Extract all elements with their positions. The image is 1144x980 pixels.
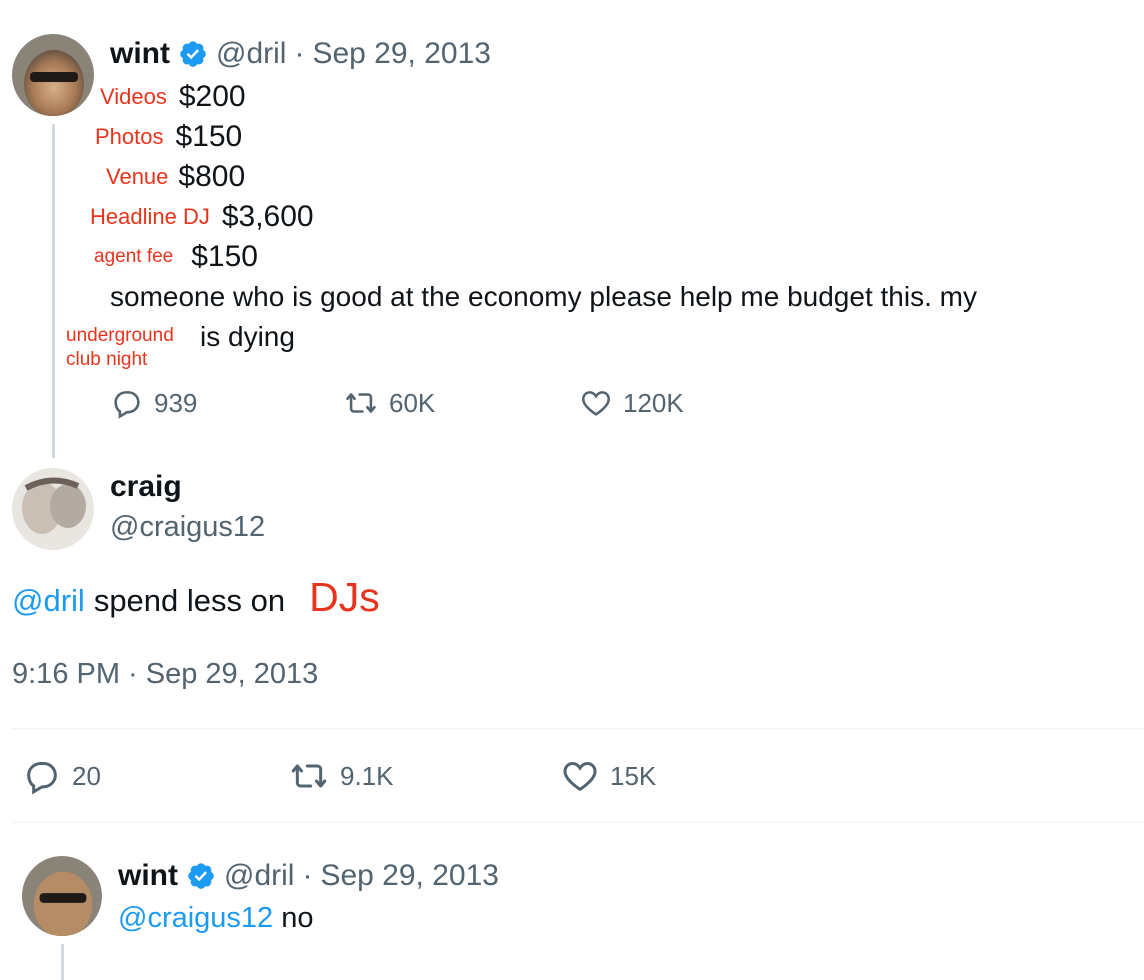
tweet2-text: @dril spend less on DJs: [12, 574, 380, 624]
budget-row-photos: Photos $150: [95, 120, 242, 154]
verified-badge-icon: [188, 863, 214, 889]
budget-amount: $800: [178, 160, 246, 193]
reply-button[interactable]: 939: [110, 386, 197, 420]
tweet1-text-line2: is dying: [200, 321, 295, 352]
budget-label: Videos: [100, 84, 167, 109]
budget-amount: $150: [175, 120, 243, 153]
reply-button[interactable]: 20: [22, 756, 101, 796]
verified-badge-icon: [180, 41, 206, 67]
mention-link[interactable]: @craigus12: [118, 902, 273, 935]
budget-label: Photos: [95, 124, 164, 149]
divider-top: [12, 728, 1144, 729]
budget-row-agent-fee: agent fee $150: [94, 240, 258, 274]
retweet-button[interactable]: 60K: [343, 386, 435, 420]
tweet1-text-line1: someone who is good at the economy pleas…: [110, 281, 977, 312]
tweet-date[interactable]: Sep 29, 2013: [312, 37, 491, 71]
inserted-label-line1: underground: [66, 325, 174, 346]
budget-amount: $150: [191, 240, 258, 273]
budget-amount: $3,600: [221, 200, 314, 233]
budget-label: agent fee: [94, 246, 174, 267]
reply-count: 939: [154, 387, 198, 418]
retweet-icon: [346, 393, 376, 413]
tweet3-header: wint @dril · Sep 29, 2013: [118, 858, 499, 894]
avatar-wint[interactable]: [12, 34, 94, 116]
tweet3-text: @craigus12 no: [118, 902, 313, 935]
divider-bottom: [12, 822, 1144, 823]
budget-label: Headline DJ: [90, 204, 210, 229]
highlight-djs: DJs: [309, 573, 380, 620]
like-icon: [581, 391, 611, 416]
like-button[interactable]: 120K: [579, 386, 684, 420]
retweet-count: 60K: [389, 387, 436, 418]
inserted-label: underground club night: [66, 324, 174, 372]
like-count: 15K: [610, 760, 657, 791]
like-button[interactable]: 15K: [560, 756, 656, 796]
tweet-date[interactable]: Sep 29, 2013: [320, 859, 499, 893]
budget-row-venue: Venue $800: [106, 160, 245, 194]
author-name[interactable]: craig: [110, 470, 182, 504]
tweet3-body: no: [281, 902, 314, 934]
author-name[interactable]: wint: [110, 37, 170, 71]
retweet-button[interactable]: 9.1K: [288, 756, 394, 796]
retweet-count: 9.1K: [340, 760, 394, 791]
budget-row-headline-dj: Headline DJ $3,600: [90, 200, 314, 234]
thread-line: [52, 124, 55, 458]
like-icon: [563, 761, 597, 792]
separator-dot: ·: [302, 859, 313, 892]
retweet-icon: [291, 764, 327, 788]
separator-dot: ·: [294, 37, 305, 70]
reply-icon: [114, 391, 140, 419]
mention-link[interactable]: @dril: [12, 583, 85, 619]
budget-row-videos: Videos $200: [100, 80, 246, 114]
like-count: 120K: [623, 387, 684, 418]
reply-icon: [27, 762, 57, 795]
budget-amount: $200: [178, 80, 246, 113]
budget-label: Venue: [106, 164, 169, 189]
thread-line: [61, 944, 64, 980]
author-name[interactable]: wint: [118, 859, 178, 893]
inserted-label-line2: club night: [66, 349, 148, 370]
tweet1-header: wint @dril · Sep 29, 2013: [110, 36, 491, 72]
author-handle[interactable]: @dril: [224, 859, 294, 893]
author-handle[interactable]: @craigus12: [110, 511, 265, 544]
reply-count: 20: [72, 760, 101, 791]
avatar-craig[interactable]: [12, 468, 94, 550]
tweet-timestamp[interactable]: 9:16 PM · Sep 29, 2013: [12, 658, 318, 691]
avatar-wint[interactable]: [22, 856, 102, 936]
author-handle[interactable]: @dril: [216, 37, 286, 71]
tweet2-body: spend less on: [93, 583, 286, 618]
